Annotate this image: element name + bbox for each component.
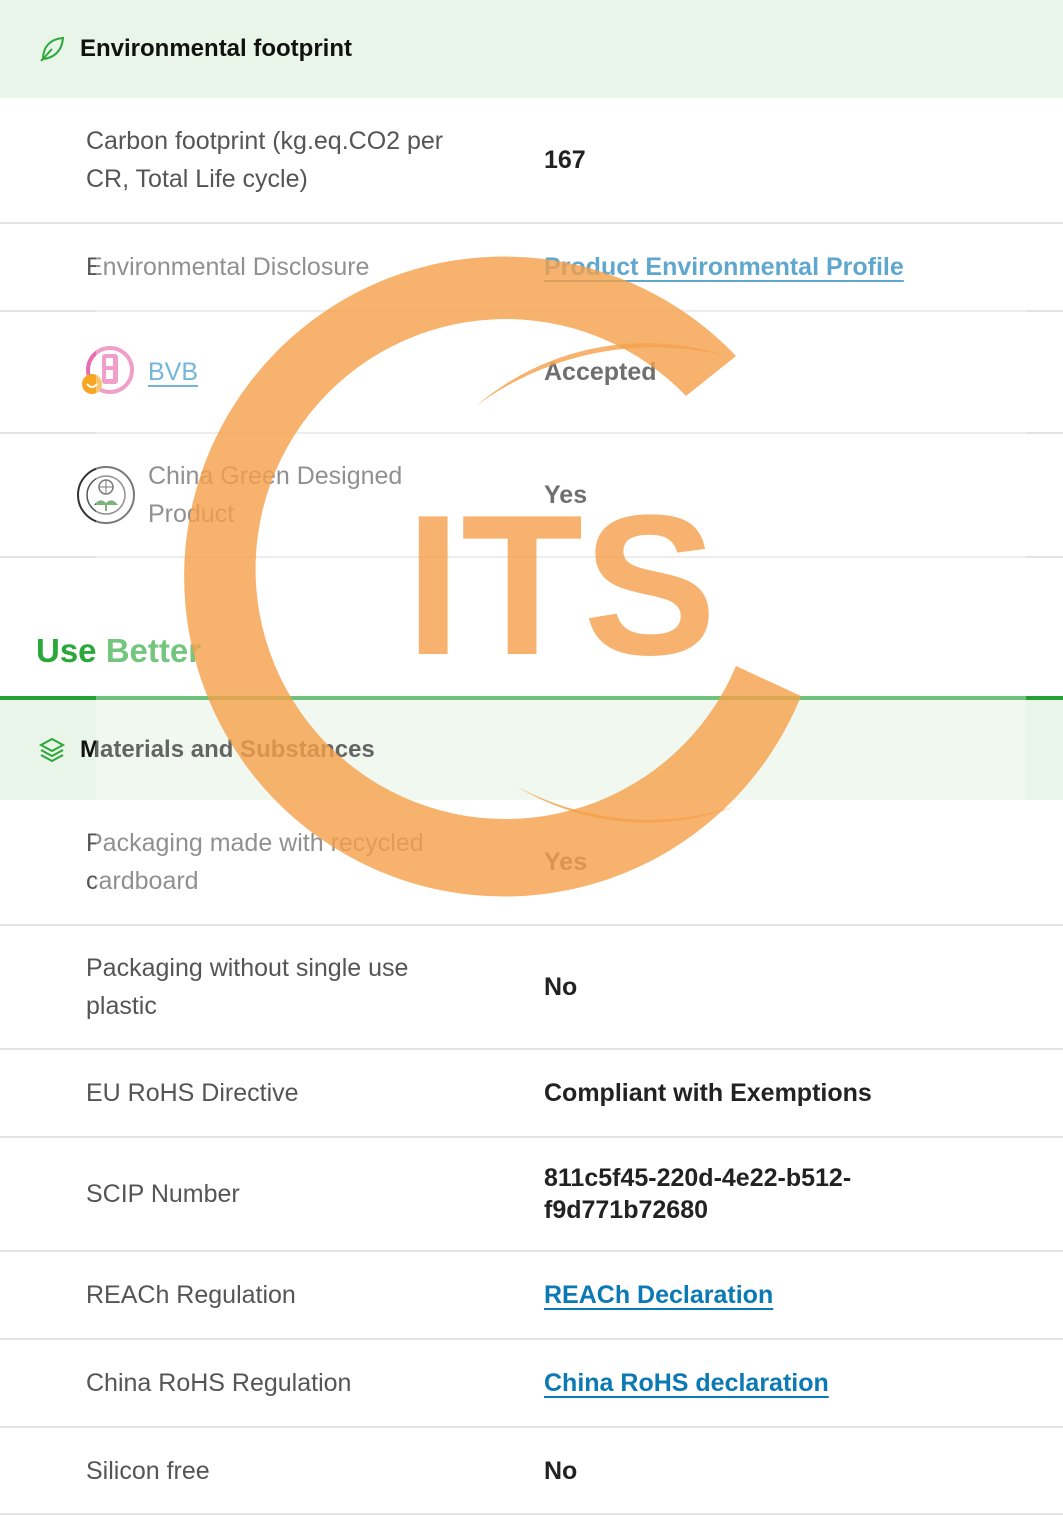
row-label: SCIP Number [86, 1180, 240, 1208]
row-eu-rohs: EU RoHS Directive Compliant with Exempti… [0, 1050, 1063, 1138]
row-value: Accepted [544, 358, 657, 386]
environmental-footprint-header: Environmental footprint [0, 0, 1063, 98]
row-single-use-plastic: Packaging without single use plastic No [0, 926, 1063, 1050]
row-label: Silicon free [86, 1456, 210, 1485]
row-china-green-designed: China Green Designed Product Yes [0, 434, 1063, 558]
row-environmental-disclosure: Environmental Disclosure Product Environ… [0, 224, 1063, 312]
row-value: No [544, 1456, 578, 1485]
row-value: Product Environmental Profile [544, 251, 944, 283]
row-bvb: BVB Accepted [0, 312, 1063, 434]
row-silicon-free: Silicon free No [0, 1428, 1063, 1515]
china-rohs-declaration-link[interactable]: China RoHS declaration [544, 1369, 829, 1397]
leaf-icon [40, 36, 65, 62]
row-value: China RoHS declaration [544, 1367, 944, 1399]
use-better-title: Use Better [36, 632, 202, 669]
row-value: Yes [544, 481, 588, 509]
reach-declaration-link[interactable]: REACh Declaration [544, 1281, 773, 1309]
row-reach: REACh Regulation REACh Declaration [0, 1252, 1063, 1340]
layers-icon [38, 737, 66, 763]
product-environmental-profile-link[interactable]: Product Environmental Profile [544, 253, 904, 281]
row-scip-number: SCIP Number 811c5f45-220d-4e22-b512-f9d7… [0, 1138, 1063, 1252]
row-value: REACh Declaration [544, 1279, 944, 1311]
bvb-link[interactable]: BVB [148, 353, 198, 391]
row-label: Environmental Disclosure [86, 253, 370, 281]
row-label: REACh Regulation [86, 1281, 296, 1309]
row-value: 167 [544, 146, 586, 174]
row-label: BVB [74, 340, 464, 404]
row-recycled-cardboard: Packaging made with recycled cardboard Y… [0, 800, 1063, 926]
row-value: 811c5f45-220d-4e22-b512-f9d771b72680 [544, 1164, 852, 1224]
materials-substances-header: Materials and Substances [0, 700, 1063, 800]
bvb-logo-icon [82, 346, 134, 394]
row-value: No [544, 973, 578, 1001]
row-value: Yes [544, 848, 588, 876]
row-china-rohs: China RoHS Regulation China RoHS declara… [0, 1340, 1063, 1428]
section-title-materials: Materials and Substances [80, 736, 375, 763]
row-label: China Green Designed Product [74, 457, 464, 533]
row-label: Packaging made with recycled cardboard [86, 829, 424, 895]
eco-design-logo-icon [77, 466, 135, 524]
row-label: China RoHS Regulation [86, 1369, 352, 1397]
row-label: Packaging without single use plastic [86, 954, 409, 1020]
section-title-environmental: Environmental footprint [80, 35, 352, 62]
row-label: Carbon footprint (kg.eq.CO2 per CR, Tota… [86, 127, 444, 193]
row-carbon-footprint: Carbon footprint (kg.eq.CO2 per CR, Tota… [0, 98, 1063, 224]
row-label: EU RoHS Directive [86, 1079, 299, 1107]
row-value: Compliant with Exemptions [544, 1079, 872, 1107]
china-green-label: China Green Designed Product [148, 462, 403, 528]
